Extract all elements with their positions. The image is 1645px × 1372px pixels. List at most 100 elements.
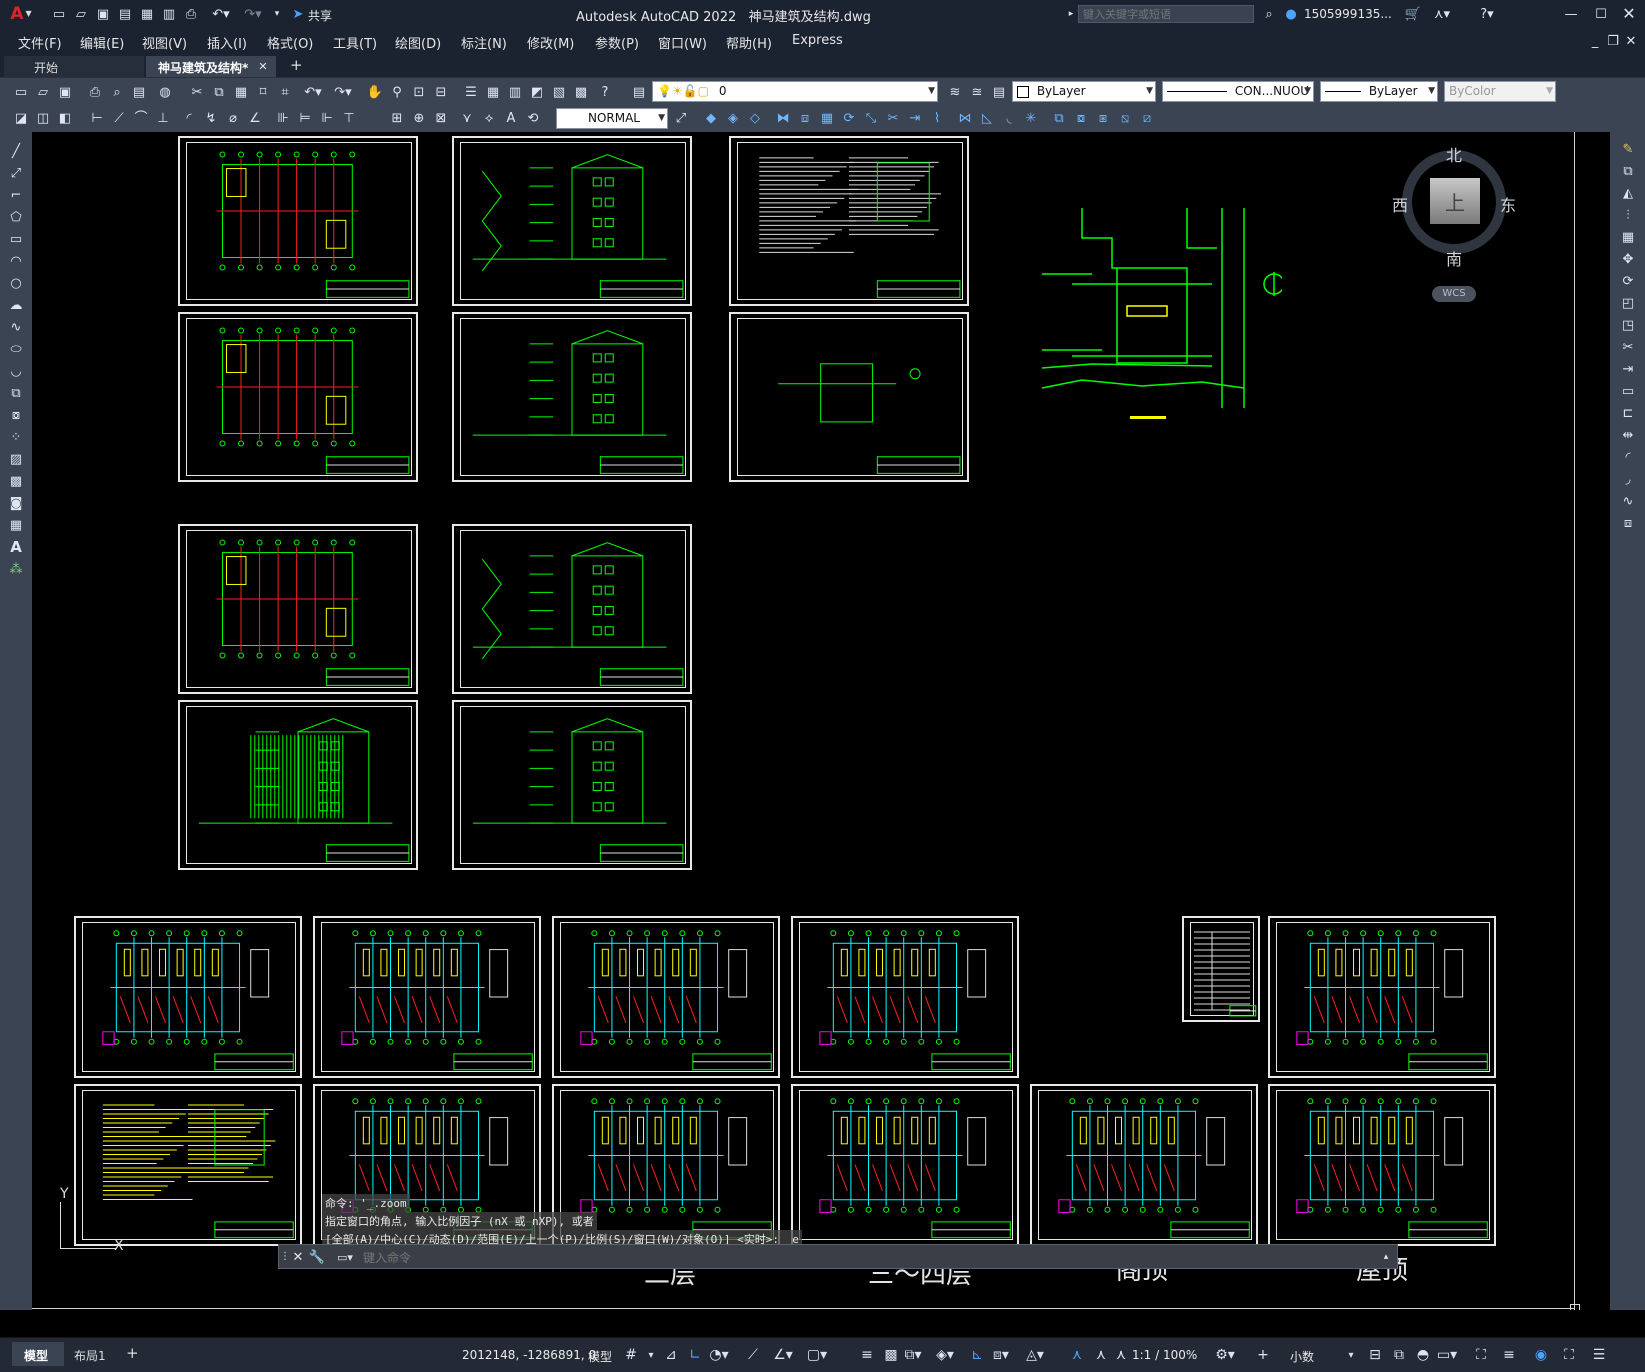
user-name[interactable]: 1505999135... — [1304, 7, 1392, 21]
new-tab-button[interactable]: + — [290, 56, 303, 74]
point-icon[interactable]: ⁘ — [6, 428, 26, 446]
color-dropdown[interactable]: ByLayer ▼ — [1012, 81, 1156, 102]
redo-icon[interactable]: ↷▾ — [240, 5, 266, 23]
dim-jogline-icon[interactable]: ⋎ — [458, 109, 476, 127]
mirror-icon[interactable]: ◭ — [1618, 184, 1638, 202]
drawing-sheet[interactable] — [178, 524, 418, 694]
menu-view[interactable]: 视图(V) — [142, 33, 187, 52]
share-icon[interactable]: ➤ — [290, 5, 306, 23]
statusbar-menu-icon[interactable]: ☰ — [1588, 1344, 1610, 1366]
menu-express[interactable]: Express — [792, 33, 843, 48]
clean-screen-icon[interactable]: ⛶ — [1470, 1344, 1492, 1366]
open-web-icon[interactable]: ▦ — [138, 5, 156, 23]
isolate-objects-icon[interactable]: ◓ — [1412, 1344, 1434, 1366]
paste-icon[interactable]: ▦ — [232, 83, 250, 101]
drawing-sheet[interactable] — [552, 916, 780, 1078]
add-layout-button[interactable]: + — [126, 1344, 139, 1362]
lock-ui-icon[interactable]: ⧉ — [1388, 1344, 1410, 1366]
drawing-sheet[interactable] — [313, 916, 541, 1078]
hardware-acceleration-icon[interactable]: ◉ — [1530, 1344, 1552, 1366]
minimize-icon[interactable]: — — [1560, 5, 1582, 23]
array-icon[interactable]: ▦ — [1618, 228, 1638, 246]
compass-east[interactable]: 东 — [1500, 192, 1516, 216]
close-icon[interactable]: ✕ — [1618, 5, 1640, 23]
block-icon[interactable]: ⧉ — [1050, 109, 1068, 127]
hatch-icon[interactable]: ▨ — [6, 450, 26, 468]
plot-icon[interactable]: ⎙ — [86, 83, 104, 101]
extend-icon[interactable]: ⇥ — [1618, 360, 1638, 378]
drawing-sheet[interactable] — [729, 312, 969, 482]
drawing-sheet[interactable] — [74, 916, 302, 1078]
fillet-icon[interactable]: ◟ — [1000, 109, 1018, 127]
dim-arc-icon[interactable]: ⌒ — [132, 109, 150, 127]
save-web-icon[interactable]: ▥ — [160, 5, 178, 23]
fillet-icon[interactable]: ◞ — [1618, 470, 1638, 488]
dim-radius-icon[interactable]: ◜ — [180, 109, 198, 127]
share-label[interactable]: 共享 — [308, 7, 332, 24]
workspace-icon[interactable]: ◪ — [12, 109, 30, 127]
make-block-icon[interactable]: ⧇ — [6, 406, 26, 424]
preview-icon[interactable]: ⌕ — [108, 83, 126, 101]
graphics-performance-icon[interactable]: ▭▾ — [1436, 1344, 1458, 1366]
ortho-icon[interactable]: ∟ — [684, 1344, 706, 1366]
annotation-monitor-icon[interactable]: + — [1252, 1344, 1274, 1366]
dynamic-ucs-icon[interactable]: ⊾ — [966, 1344, 988, 1366]
dim-continue-icon[interactable]: ⊩ — [318, 109, 336, 127]
block-editor-icon[interactable]: ⌗ — [276, 83, 294, 101]
layer-previous-icon[interactable]: ≊ — [968, 83, 986, 101]
drawing-sheet[interactable] — [178, 312, 418, 482]
qat-dropdown-icon[interactable]: ▾ — [270, 5, 284, 23]
erase-icon[interactable]: ✎ — [1618, 140, 1638, 158]
command-customize-icon[interactable]: 🔧 — [309, 1249, 325, 1265]
compass-north[interactable]: 北 — [1446, 142, 1462, 166]
dim-diameter-icon[interactable]: ⌀ — [224, 109, 242, 127]
dim-update-icon[interactable]: ⟲ — [524, 109, 542, 127]
cloud-icon[interactable]: ◫ — [34, 109, 52, 127]
dim-angular-icon[interactable]: ∠ — [246, 109, 264, 127]
menu-file[interactable]: 文件(F) — [18, 33, 62, 52]
refedit-icon[interactable]: ⧅ — [1116, 109, 1134, 127]
break-icon[interactable]: ⊏ — [1618, 404, 1638, 422]
pan-icon[interactable]: ✋ — [366, 83, 384, 101]
space-toggle[interactable]: 模型 — [588, 1348, 612, 1365]
open-icon[interactable]: ▱ — [72, 5, 90, 23]
stretch-icon[interactable]: ◳ — [1618, 316, 1638, 334]
undo-icon[interactable]: ↶▾ — [300, 83, 326, 101]
break-point-icon[interactable]: ▭ — [1618, 382, 1638, 400]
menu-parametric[interactable]: 参数(P) — [595, 33, 639, 52]
attribute-icon[interactable]: ⧆ — [1094, 109, 1112, 127]
copy-icon[interactable]: ⧉ — [1618, 162, 1638, 180]
region-icon[interactable]: ◙ — [6, 494, 26, 512]
drawing-sheet[interactable] — [1030, 1084, 1258, 1246]
help-icon[interactable]: ?▾ — [1474, 5, 1500, 23]
ellipse-icon[interactable]: ⬭ — [6, 340, 26, 358]
undo-icon[interactable]: ↶▾ — [208, 5, 234, 23]
infer-icon[interactable]: ⊿ — [660, 1344, 682, 1366]
menu-modify[interactable]: 修改(M) — [527, 33, 574, 52]
model-space-canvas[interactable]: 上 北 南 西 东 WCS Y X 二层 三～四层 阁顶 屋顶 命令: '_.z… — [32, 132, 1610, 1310]
properties-icon[interactable]: ☰ — [462, 83, 480, 101]
doc-restore-icon[interactable]: ❐ — [1606, 33, 1620, 49]
copy-object-icon[interactable]: ◈ — [724, 109, 742, 127]
scale-icon[interactable]: ⤡ — [862, 109, 880, 127]
rectangle-icon[interactable]: ▭ — [6, 230, 26, 248]
lineweight-icon[interactable]: ≡ — [856, 1344, 878, 1366]
chamfer-icon[interactable]: ◜ — [1618, 448, 1638, 466]
menu-dimension[interactable]: 标注(N) — [461, 33, 507, 52]
trim-icon[interactable]: ✂ — [1618, 338, 1638, 356]
dim-edit-icon[interactable]: ⟡ — [480, 109, 498, 127]
xref-icon[interactable]: ⧄ — [1138, 109, 1156, 127]
mirror-icon[interactable]: ⧓ — [774, 109, 792, 127]
join-icon[interactable]: ⇹ — [1618, 426, 1638, 444]
break-icon[interactable]: ⌇ — [928, 109, 946, 127]
share-view-icon[interactable]: ◧ — [56, 109, 74, 127]
coordinates-readout[interactable]: 2012148, -1286891, 0 — [462, 1348, 596, 1362]
gradient-icon[interactable]: ▩ — [6, 472, 26, 490]
compass-west[interactable]: 西 — [1392, 192, 1408, 216]
dim-baseline-icon[interactable]: ⊨ — [296, 109, 314, 127]
drawing-sheet[interactable] — [729, 136, 969, 306]
menu-window[interactable]: 窗口(W) — [658, 33, 707, 52]
tab-model[interactable]: 模型 — [12, 1342, 64, 1366]
add-selected-icon[interactable]: ⁂ — [6, 560, 26, 578]
drawing-sheet[interactable] — [452, 312, 692, 482]
